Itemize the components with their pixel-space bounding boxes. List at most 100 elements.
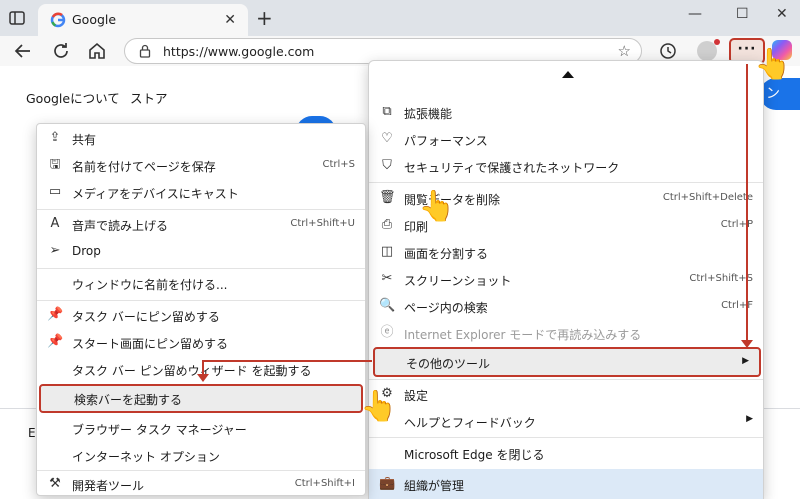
settings-menu: ⧉ 拡張機能 ♡ パフォーマンス ⛉ セキュリティで保護されたネットワーク 🗑 … <box>368 60 764 499</box>
menu-item-label: インターネット オプション <box>72 450 220 464</box>
about-google-link[interactable]: Googleについて <box>26 88 120 107</box>
google-favicon-icon <box>50 12 66 28</box>
pointing-hand-icon: 👆 <box>754 47 792 82</box>
submenu-item-name-window[interactable]: ウィンドウに名前を付ける... <box>37 270 365 297</box>
menu-item-label: 共有 <box>72 133 97 147</box>
menu-item-shortcut: Ctrl+Shift+Delete <box>662 192 753 203</box>
pin-icon: 📌 <box>47 307 64 322</box>
submenu-item-cast-media[interactable]: ▭ メディアをデバイスにキャスト <box>37 179 365 206</box>
submenu-item-pin-start[interactable]: 📌 スタート画面にピン留めする <box>37 329 365 356</box>
close-window-icon[interactable]: ✕ <box>776 6 788 22</box>
menu-item-extensions[interactable]: ⧉ 拡張機能 <box>369 99 763 126</box>
menu-item-label: 検索バーを起動する <box>74 393 183 407</box>
save-icon: 🖫 <box>49 157 61 172</box>
menu-divider <box>37 268 365 269</box>
split-screen-icon: ◫ <box>380 244 394 259</box>
pointing-hand-icon: 👆 <box>360 389 398 424</box>
pointing-hand-icon: 👆 <box>418 189 456 224</box>
menu-item-label: Drop <box>72 244 101 258</box>
menu-item-label: タスク バー ピン留めウィザード を起動する <box>72 364 312 378</box>
history-icon[interactable] <box>658 41 678 61</box>
menu-item-performance[interactable]: ♡ パフォーマンス <box>369 126 763 153</box>
annotation-line <box>746 64 748 342</box>
store-link[interactable]: ストア <box>130 88 168 107</box>
menu-item-label: ブラウザー タスク マネージャー <box>72 423 247 437</box>
minimize-icon[interactable]: — <box>688 6 702 22</box>
menu-item-help-feedback[interactable]: ヘルプとフィードバック ▶ <box>369 408 763 435</box>
menu-item-screenshot[interactable]: ✂ スクリーンショット Ctrl+Shift+S <box>369 266 763 293</box>
pin-icon: 📌 <box>47 334 64 349</box>
menu-item-label: Microsoft Edge を閉じる <box>404 448 545 462</box>
menu-item-shortcut: Ctrl+F <box>721 300 753 311</box>
submenu-item-read-aloud[interactable]: A 音声で読み上げる Ctrl+Shift+U <box>37 211 365 238</box>
menu-item-secure-network[interactable]: ⛉ セキュリティで保護されたネットワーク <box>369 153 763 180</box>
printer-icon: ⎙ <box>381 217 393 232</box>
close-tab-icon[interactable]: ✕ <box>224 12 236 28</box>
menu-item-label: Internet Explorer モードで再読み込みする <box>404 328 642 342</box>
sign-in-button[interactable]: ン <box>760 78 800 110</box>
menu-item-label: パフォーマンス <box>404 134 488 148</box>
annotation-line <box>202 360 372 362</box>
menu-divider <box>37 209 365 210</box>
submenu-arrow-icon: ▶ <box>746 414 753 424</box>
menu-item-label: ページ内の検索 <box>404 301 488 315</box>
briefcase-icon: 💼 <box>379 476 396 491</box>
menu-item-more-tools[interactable]: その他のツール ▶ <box>373 347 761 377</box>
trash-icon: 🗑 <box>379 190 396 205</box>
menu-item-settings[interactable]: ⚙ 設定 <box>369 381 763 408</box>
footer-text: E <box>28 426 36 440</box>
lock-icon[interactable] <box>139 44 151 58</box>
menu-divider <box>369 182 763 183</box>
menu-item-find-in-page[interactable]: 🔍 ページ内の検索 Ctrl+F <box>369 293 763 320</box>
menu-item-label: 拡張機能 <box>404 107 453 121</box>
profile-avatar[interactable] <box>697 39 720 61</box>
menu-item-label: 音声で読み上げる <box>72 219 169 233</box>
maximize-icon[interactable]: ☐ <box>736 6 749 22</box>
read-aloud-icon: A <box>50 216 60 231</box>
heart-pulse-icon: ♡ <box>381 131 393 146</box>
menu-item-label: ウィンドウに名前を付ける... <box>72 278 228 292</box>
submenu-item-task-manager[interactable]: ブラウザー タスク マネージャー <box>37 415 365 442</box>
menu-item-ie-mode: ⓔ Internet Explorer モードで再読み込みする <box>369 320 763 347</box>
cast-icon: ▭ <box>48 184 62 199</box>
browser-tab[interactable]: Google ✕ <box>38 4 248 36</box>
submenu-item-drop[interactable]: ➢ Drop <box>37 238 365 265</box>
submenu-item-launch-search-bar[interactable]: 検索バーを起動する <box>39 384 363 413</box>
screenshot-icon: ✂ <box>381 271 393 286</box>
tab-title: Google <box>72 12 117 27</box>
refresh-icon[interactable] <box>50 40 72 62</box>
menu-item-close-edge[interactable]: Microsoft Edge を閉じる <box>369 440 763 467</box>
back-icon[interactable] <box>12 40 34 62</box>
submenu-item-save-page[interactable]: 🖫 名前を付けてページを保存 Ctrl+S <box>37 152 365 179</box>
menu-item-shortcut: Ctrl+S <box>322 159 355 170</box>
submenu-item-pin-taskbar[interactable]: 📌 タスク バーにピン留めする <box>37 302 365 329</box>
submenu-item-share[interactable]: ⇪ 共有 <box>37 125 365 152</box>
send-icon: ➢ <box>49 243 61 258</box>
annotation-line <box>202 360 204 375</box>
submenu-item-internet-options[interactable]: インターネット オプション <box>37 442 365 469</box>
shield-icon: ⛉ <box>382 158 392 173</box>
menu-divider <box>369 379 763 380</box>
menu-item-label: 組織が管理 <box>404 479 465 493</box>
tab-actions-icon[interactable] <box>8 9 26 27</box>
menu-item-label: 画面を分割する <box>404 247 489 261</box>
menu-item-label: メディアをデバイスにキャスト <box>72 187 239 201</box>
menu-item-label: セキュリティで保護されたネットワーク <box>404 161 620 175</box>
menu-item-label: スタート画面にピン留めする <box>72 337 229 351</box>
title-bar: Google ✕ + — ☐ ✕ <box>0 0 800 36</box>
menu-item-managed-by-org[interactable]: 💼 組織が管理 <box>369 469 763 499</box>
menu-item-label: 設定 <box>404 389 429 403</box>
url-text[interactable]: https://www.google.com <box>163 44 314 59</box>
menu-item-label: ヘルプとフィードバック <box>404 416 536 430</box>
menu-item-label: 開発者ツール <box>72 479 145 493</box>
scroll-up-icon[interactable] <box>562 71 574 78</box>
favorite-star-icon[interactable]: ☆ <box>618 42 631 60</box>
menu-item-label: 名前を付けてページを保存 <box>72 160 216 174</box>
new-tab-icon[interactable]: + <box>256 6 273 30</box>
menu-item-shortcut: Ctrl+Shift+I <box>294 478 355 489</box>
submenu-item-developer-tools[interactable]: ⚒ 開発者ツール Ctrl+Shift+I <box>37 471 365 498</box>
menu-divider <box>37 300 365 301</box>
menu-item-split-screen[interactable]: ◫ 画面を分割する <box>369 239 763 266</box>
home-icon[interactable] <box>86 40 108 62</box>
menu-item-label: その他のツール <box>406 357 491 371</box>
